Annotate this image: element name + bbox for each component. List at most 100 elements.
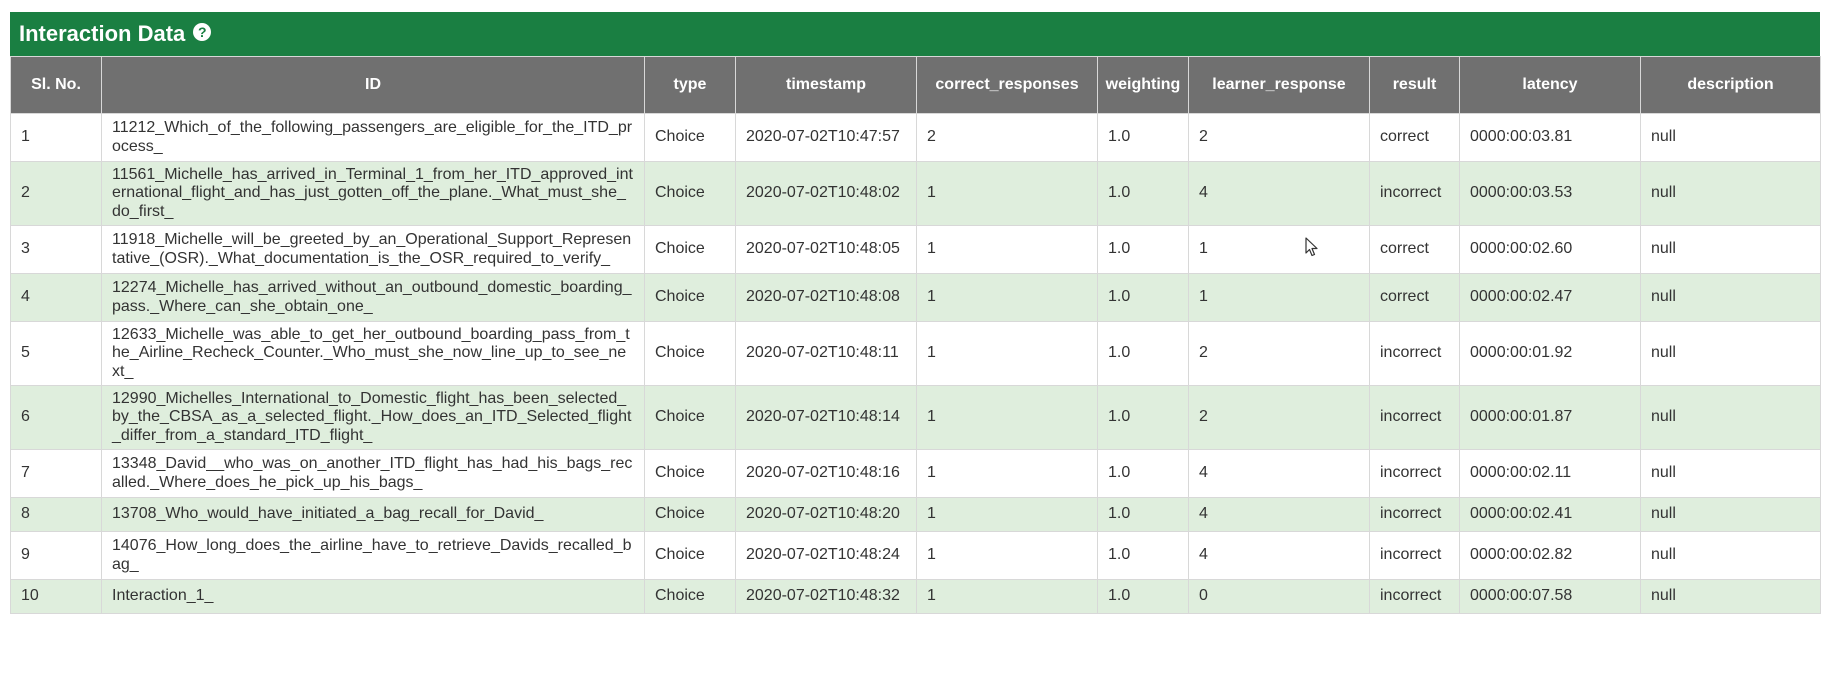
cell-weighting: 1.0 xyxy=(1097,273,1189,322)
column-header-description[interactable]: description xyxy=(1640,56,1821,114)
cell-id: 14076_How_long_does_the_airline_have_to_… xyxy=(101,531,645,580)
cell-id: 11561_Michelle_has_arrived_in_Terminal_1… xyxy=(101,161,645,226)
cell-type: Choice xyxy=(644,449,736,498)
cell-correct-responses: 2 xyxy=(916,113,1098,162)
cell-timestamp: 2020-07-02T10:48:14 xyxy=(735,385,917,450)
cell-result: correct xyxy=(1369,225,1460,274)
cell-result: incorrect xyxy=(1369,161,1460,226)
cell-sl-no: 4 xyxy=(10,273,102,322)
column-header-type[interactable]: type xyxy=(644,56,736,114)
cell-weighting: 1.0 xyxy=(1097,385,1189,450)
cell-sl-no: 6 xyxy=(10,385,102,450)
cell-weighting: 1.0 xyxy=(1097,449,1189,498)
cell-sl-no: 9 xyxy=(10,531,102,580)
cell-correct-responses: 1 xyxy=(916,497,1098,532)
cell-weighting: 1.0 xyxy=(1097,225,1189,274)
header-row: Sl. No. ID type timestamp correct_respon… xyxy=(10,56,1821,114)
cell-learner-response: 1 xyxy=(1188,225,1370,274)
cell-learner-response: 0 xyxy=(1188,579,1370,614)
cell-learner-response: 2 xyxy=(1188,113,1370,162)
cell-id: 11918_Michelle_will_be_greeted_by_an_Ope… xyxy=(101,225,645,274)
table-row[interactable]: 9 14076_How_long_does_the_airline_have_to… xyxy=(10,531,1821,580)
cell-timestamp: 2020-07-02T10:48:24 xyxy=(735,531,917,580)
cell-id: 13348_David__who_was_on_another_ITD_flig… xyxy=(101,449,645,498)
cell-type: Choice xyxy=(644,531,736,580)
cell-latency: 0000:00:02.11 xyxy=(1459,449,1641,498)
cell-result: incorrect xyxy=(1369,579,1460,614)
cell-timestamp: 2020-07-02T10:48:02 xyxy=(735,161,917,226)
column-header-learner-response[interactable]: learner_response xyxy=(1188,56,1370,114)
cell-correct-responses: 1 xyxy=(916,273,1098,322)
cell-id: 13708_Who_would_have_initiated_a_bag_rec… xyxy=(101,497,645,532)
cell-timestamp: 2020-07-02T10:48:11 xyxy=(735,321,917,386)
table-row[interactable]: 4 12274_Michelle_has_arrived_without_an_o… xyxy=(10,273,1821,322)
cell-latency: 0000:00:02.47 xyxy=(1459,273,1641,322)
cell-learner-response: 4 xyxy=(1188,531,1370,580)
cell-id: 12633_Michelle_was_able_to_get_her_outbo… xyxy=(101,321,645,386)
cell-sl-no: 7 xyxy=(10,449,102,498)
cell-sl-no: 5 xyxy=(10,321,102,386)
cell-id: 12990_Michelles_International_to_Domesti… xyxy=(101,385,645,450)
cell-timestamp: 2020-07-02T10:48:20 xyxy=(735,497,917,532)
cell-result: incorrect xyxy=(1369,531,1460,580)
cell-latency: 0000:00:01.92 xyxy=(1459,321,1641,386)
cell-type: Choice xyxy=(644,579,736,614)
cell-sl-no: 2 xyxy=(10,161,102,226)
table-row[interactable]: 5 12633_Michelle_was_able_to_get_her_outb… xyxy=(10,321,1821,386)
panel-title: Interaction Data xyxy=(19,21,186,46)
cell-latency: 0000:00:03.81 xyxy=(1459,113,1641,162)
cell-learner-response: 2 xyxy=(1188,385,1370,450)
cell-description: null xyxy=(1640,113,1821,162)
question-circle-icon[interactable]: ? xyxy=(193,23,212,41)
column-header-correct-responses[interactable]: correct_responses xyxy=(916,56,1098,114)
table-row[interactable]: 2 11561_Michelle_has_arrived_in_Terminal_… xyxy=(10,161,1821,226)
cell-description: null xyxy=(1640,449,1821,498)
cell-id: Interaction_1_ xyxy=(101,579,645,614)
cell-latency: 0000:00:03.53 xyxy=(1459,161,1641,226)
table-row[interactable]: 1 11212_Which_of_the_following_passengers… xyxy=(10,113,1821,162)
table-row[interactable]: 6 12990_Michelles_International_to_Domest… xyxy=(10,385,1821,450)
cell-id: 12274_Michelle_has_arrived_without_an_ou… xyxy=(101,273,645,322)
mouse-pointer-icon xyxy=(1305,237,1318,257)
column-header-latency[interactable]: latency xyxy=(1459,56,1641,114)
table-row[interactable]: 7 13348_David__who_was_on_another_ITD_fli… xyxy=(10,449,1821,498)
cell-result: incorrect xyxy=(1369,449,1460,498)
cell-timestamp: 2020-07-02T10:48:08 xyxy=(735,273,917,322)
cell-description: null xyxy=(1640,161,1821,226)
cell-weighting: 1.0 xyxy=(1097,321,1189,386)
cell-description: null xyxy=(1640,497,1821,532)
cell-sl-no: 8 xyxy=(10,497,102,532)
cell-weighting: 1.0 xyxy=(1097,531,1189,580)
cell-learner-response: 2 xyxy=(1188,321,1370,386)
cell-type: Choice xyxy=(644,497,736,532)
cell-weighting: 1.0 xyxy=(1097,579,1189,614)
cell-timestamp: 2020-07-02T10:48:05 xyxy=(735,225,917,274)
interaction-table: Sl. No. ID type timestamp correct_respon… xyxy=(10,56,1821,614)
table-row[interactable]: 8 13708_Who_would_have_initiated_a_bag_re… xyxy=(10,497,1821,532)
cell-weighting: 1.0 xyxy=(1097,497,1189,532)
cell-learner-response: 4 xyxy=(1188,497,1370,532)
table-row[interactable]: 10 Interaction_1_ Choice 2020-07-02T10:48:3… xyxy=(10,579,1821,614)
cell-learner-response: 4 xyxy=(1188,161,1370,226)
column-header-result[interactable]: result xyxy=(1369,56,1460,114)
cell-learner-response: 4 xyxy=(1188,449,1370,498)
cell-description: null xyxy=(1640,579,1821,614)
column-header-id[interactable]: ID xyxy=(101,56,645,114)
cell-result: incorrect xyxy=(1369,385,1460,450)
cell-timestamp: 2020-07-02T10:48:16 xyxy=(735,449,917,498)
cell-description: null xyxy=(1640,531,1821,580)
cell-correct-responses: 1 xyxy=(916,531,1098,580)
cell-description: null xyxy=(1640,321,1821,386)
column-header-sl-no[interactable]: Sl. No. xyxy=(10,56,102,114)
cell-type: Choice xyxy=(644,273,736,322)
table-row[interactable]: 3 11918_Michelle_will_be_greeted_by_an_Op… xyxy=(10,225,1821,274)
column-header-timestamp[interactable]: timestamp xyxy=(735,56,917,114)
cell-correct-responses: 1 xyxy=(916,579,1098,614)
cell-learner-response: 1 xyxy=(1188,273,1370,322)
cell-sl-no: 3 xyxy=(10,225,102,274)
cell-result: incorrect xyxy=(1369,321,1460,386)
cell-type: Choice xyxy=(644,161,736,226)
cell-sl-no: 10 xyxy=(10,579,102,614)
cell-result: correct xyxy=(1369,113,1460,162)
column-header-weighting[interactable]: weighting xyxy=(1097,56,1189,114)
